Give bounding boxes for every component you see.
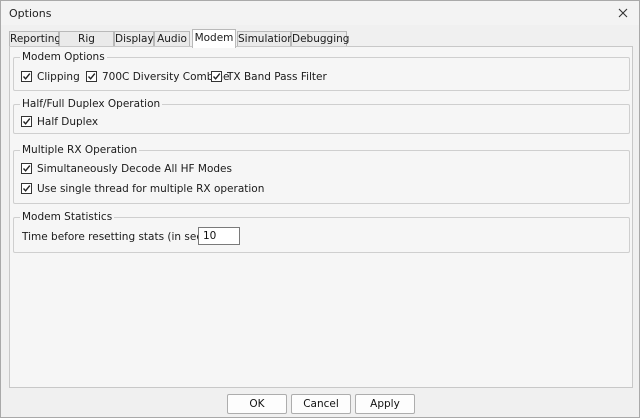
modem-statistics-title: Modem Statistics — [20, 211, 115, 223]
diversity-combine-checkbox[interactable]: 700C Diversity Combine — [86, 70, 229, 83]
modem-options-group: Modem Options Clipping 700C Diversity Co… — [13, 51, 630, 91]
checkbox-check-icon — [21, 183, 32, 194]
cancel-button[interactable]: Cancel — [291, 394, 351, 414]
decode-all-hf-checkbox[interactable]: Simultaneously Decode All HF Modes — [21, 162, 232, 175]
multiple-rx-group: Multiple RX Operation Simultaneously Dec… — [13, 144, 630, 204]
options-window: Options Reporting Rig Control Display Au… — [0, 0, 640, 418]
close-icon[interactable] — [615, 5, 631, 21]
checkbox-check-icon — [21, 163, 32, 174]
duplex-group: Half/Full Duplex Operation Half Duplex — [13, 98, 630, 134]
modem-statistics-group: Modem Statistics Time before resetting s… — [13, 211, 630, 253]
tab-reporting[interactable]: Reporting — [9, 31, 61, 47]
checkbox-check-icon — [86, 71, 97, 82]
decode-all-hf-label: Simultaneously Decode All HF Modes — [37, 162, 232, 175]
single-thread-rx-checkbox[interactable]: Use single thread for multiple RX operat… — [21, 182, 264, 195]
single-thread-rx-label: Use single thread for multiple RX operat… — [37, 182, 265, 195]
half-duplex-label: Half Duplex — [37, 115, 99, 128]
checkbox-check-icon — [211, 71, 222, 82]
checkbox-check-icon — [21, 71, 32, 82]
duplex-title: Half/Full Duplex Operation — [20, 98, 163, 110]
tab-simulation[interactable]: Simulation — [237, 31, 294, 47]
window-title: Options — [9, 7, 52, 20]
reset-stats-seconds-input[interactable] — [198, 227, 240, 245]
tab-modem[interactable]: Modem — [192, 29, 236, 48]
modem-tab-panel: Modem Options Clipping 700C Diversity Co… — [9, 46, 633, 388]
tab-rig-control[interactable]: Rig Control — [59, 31, 114, 60]
tab-debugging[interactable]: Debugging — [291, 31, 349, 47]
ok-button[interactable]: OK — [227, 394, 287, 414]
checkbox-check-icon — [21, 116, 32, 127]
modem-options-title: Modem Options — [20, 51, 107, 63]
tab-audio[interactable]: Audio — [154, 31, 190, 47]
tab-display[interactable]: Display — [114, 31, 154, 47]
clipping-checkbox[interactable]: Clipping — [21, 70, 80, 83]
clipping-label: Clipping — [37, 70, 80, 83]
apply-button[interactable]: Apply — [355, 394, 415, 414]
half-duplex-checkbox[interactable]: Half Duplex — [21, 115, 98, 128]
multiple-rx-title: Multiple RX Operation — [20, 144, 140, 156]
title-bar: Options — [1, 1, 639, 25]
tx-band-pass-filter-checkbox[interactable]: TX Band Pass Filter — [211, 70, 327, 83]
tx-band-pass-filter-label: TX Band Pass Filter — [227, 70, 327, 83]
